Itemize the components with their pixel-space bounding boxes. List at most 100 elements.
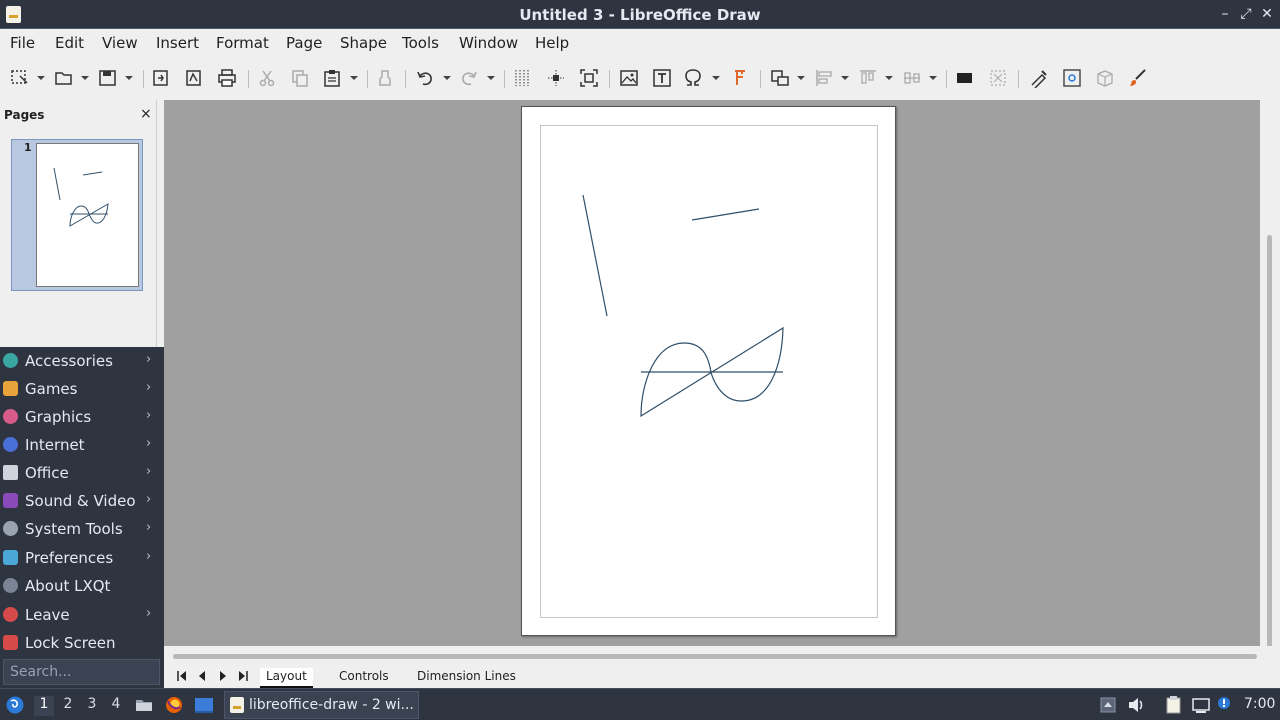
page-thumbnail-preview[interactable]	[36, 143, 139, 287]
menu-format[interactable]: Format	[216, 34, 269, 52]
copy-icon[interactable]	[290, 68, 310, 88]
arrange-dropdown-icon[interactable]	[885, 76, 893, 80]
workspace-1[interactable]: 1	[34, 696, 54, 716]
align-icon[interactable]	[814, 68, 834, 88]
pages-pane-close-icon[interactable]: ×	[140, 106, 152, 122]
brush-icon[interactable]	[1128, 68, 1148, 88]
menu-file[interactable]: File	[10, 34, 35, 52]
image-icon[interactable]	[619, 68, 639, 88]
open-icon[interactable]	[54, 68, 74, 88]
menu-view[interactable]: View	[102, 34, 138, 52]
minimize-button[interactable]: –	[1216, 5, 1234, 23]
select-icon[interactable]	[10, 68, 30, 88]
distribute-dropdown-icon[interactable]	[929, 76, 937, 80]
distribute-icon[interactable]	[902, 68, 922, 88]
workspace-2[interactable]: 2	[58, 696, 78, 716]
zoom-icon[interactable]	[579, 68, 599, 88]
menu-edit[interactable]: Edit	[55, 34, 84, 52]
menu-item-about-lxqt[interactable]: About LXQt	[0, 572, 164, 600]
menu-help[interactable]: Help	[535, 34, 569, 52]
textbox-icon[interactable]	[652, 68, 672, 88]
vertical-scrollbar[interactable]	[1260, 100, 1280, 720]
menu-search-input[interactable]	[4, 660, 159, 684]
tab-controls[interactable]: Controls	[333, 668, 395, 688]
export-pdf-icon[interactable]	[184, 68, 204, 88]
menu-item-sound-video[interactable]: Sound & Video ›	[0, 487, 164, 515]
menu-item-office[interactable]: Office ›	[0, 459, 164, 487]
menu-item-graphics[interactable]: Graphics ›	[0, 403, 164, 431]
align-dropdown-icon[interactable]	[841, 76, 849, 80]
toolbar-separator	[946, 70, 947, 88]
points-icon[interactable]	[1029, 68, 1049, 89]
tab-layout[interactable]: Layout	[260, 668, 313, 688]
shadow-icon[interactable]	[955, 68, 975, 88]
volume-icon[interactable]	[1126, 695, 1146, 715]
page-thumbnail-number: 1	[24, 141, 32, 154]
glue-points-icon[interactable]	[1062, 68, 1082, 88]
export-icon[interactable]	[151, 68, 171, 88]
menu-search-box[interactable]	[3, 659, 160, 685]
previous-tab-icon[interactable]	[196, 670, 208, 682]
menubar: File Edit View Insert Format Page Shape …	[0, 29, 1280, 57]
pane-divider[interactable]	[156, 100, 164, 348]
menu-item-internet[interactable]: Internet ›	[0, 431, 164, 459]
menu-item-games[interactable]: Games ›	[0, 375, 164, 403]
last-tab-icon[interactable]	[237, 670, 249, 682]
undo-icon[interactable]	[415, 68, 435, 88]
paste-icon[interactable]	[322, 68, 342, 88]
menu-item-system-tools[interactable]: System Tools ›	[0, 515, 164, 543]
crop-icon[interactable]	[988, 68, 1008, 88]
line-shape-2[interactable]	[691, 208, 760, 221]
special-character-icon[interactable]	[683, 68, 703, 88]
maximize-button[interactable]: ⤢	[1237, 5, 1255, 23]
first-tab-icon[interactable]	[176, 670, 188, 682]
clock[interactable]: 7:00	[1244, 696, 1275, 712]
clipboard-icon[interactable]	[1163, 695, 1183, 715]
taskbar-window-libreoffice-draw[interactable]: libreoffice-draw - 2 wi...	[224, 691, 419, 719]
menu-tools[interactable]: Tools	[402, 34, 439, 52]
next-tab-icon[interactable]	[217, 670, 229, 682]
select-dropdown-icon[interactable]	[37, 76, 45, 80]
open-dropdown-icon[interactable]	[81, 76, 89, 80]
horizontal-scrollbar[interactable]	[164, 646, 1260, 664]
paste-dropdown-icon[interactable]	[350, 76, 358, 80]
save-dropdown-icon[interactable]	[125, 76, 133, 80]
tab-dimension-lines[interactable]: Dimension Lines	[411, 668, 522, 688]
menu-page[interactable]: Page	[286, 34, 322, 52]
menu-item-preferences[interactable]: Preferences ›	[0, 544, 164, 572]
menu-window[interactable]: Window	[459, 34, 518, 52]
special-character-dropdown-icon[interactable]	[712, 76, 720, 80]
save-icon[interactable]	[98, 68, 118, 88]
menu-item-lock-screen[interactable]: Lock Screen	[0, 629, 164, 657]
menu-insert[interactable]: Insert	[156, 34, 199, 52]
cut-icon[interactable]	[257, 68, 277, 88]
horizontal-scrollbar-thumb[interactable]	[173, 654, 1257, 659]
menu-item-accessories[interactable]: Accessories ›	[0, 347, 164, 375]
print-icon[interactable]	[217, 68, 237, 88]
show-desktop-icon[interactable]	[194, 695, 214, 715]
transformations-dropdown-icon[interactable]	[797, 76, 805, 80]
line-shape-1[interactable]	[582, 194, 608, 317]
transformations-icon[interactable]	[770, 68, 790, 88]
tray-expand-icon[interactable]	[1098, 695, 1118, 715]
notification-icon[interactable]	[1214, 695, 1234, 715]
menu-item-leave[interactable]: Leave ›	[0, 601, 164, 629]
menu-shape[interactable]: Shape	[340, 34, 387, 52]
arrange-icon[interactable]	[858, 68, 878, 88]
network-icon[interactable]	[1191, 695, 1211, 715]
workspace-3[interactable]: 3	[82, 696, 102, 716]
file-manager-icon[interactable]	[134, 695, 154, 715]
helplines-icon[interactable]	[546, 68, 566, 88]
close-button[interactable]: ✕	[1258, 5, 1276, 23]
firefox-icon[interactable]	[164, 695, 184, 715]
redo-dropdown-icon[interactable]	[487, 76, 495, 80]
fontwork-icon[interactable]	[730, 68, 750, 88]
toggle-extrusion-icon[interactable]	[1095, 68, 1115, 88]
lxqt-start-icon[interactable]	[5, 695, 25, 715]
undo-dropdown-icon[interactable]	[443, 76, 451, 80]
grid-icon[interactable]	[512, 68, 532, 88]
drawing-canvas[interactable]	[540, 125, 878, 618]
clone-formatting-icon[interactable]	[375, 68, 395, 88]
workspace-4[interactable]: 4	[106, 696, 126, 716]
redo-icon[interactable]	[459, 68, 479, 88]
